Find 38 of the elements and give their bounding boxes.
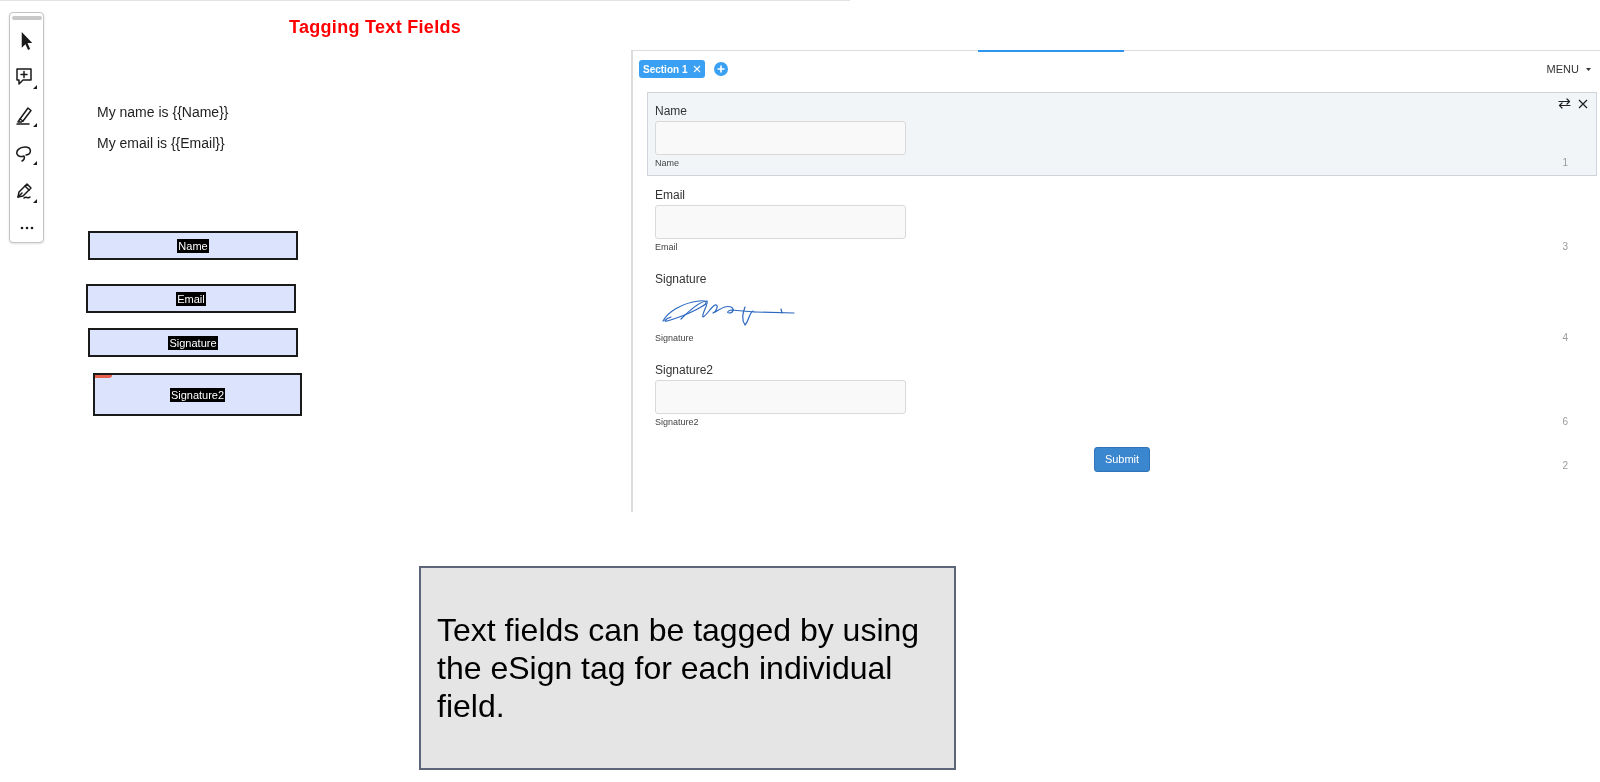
tag-label: Signature2 <box>169 387 226 402</box>
swap-icon[interactable] <box>1558 98 1571 109</box>
caret-icon <box>1586 67 1591 71</box>
lasso-icon[interactable] <box>16 144 37 165</box>
field-number: 1 <box>1562 157 1568 169</box>
field-label: Email <box>655 187 685 204</box>
field-caption: Email <box>655 241 678 253</box>
text-input[interactable] <box>655 380 906 414</box>
slide-title: Tagging Text Fields <box>289 16 462 38</box>
field-number: 3 <box>1562 241 1568 253</box>
field-number: 4 <box>1562 332 1568 344</box>
more-icon[interactable] <box>19 226 34 230</box>
document-text: My email is {{Email}} <box>97 134 225 152</box>
add-icon[interactable] <box>714 62 729 76</box>
text-input[interactable] <box>655 205 906 239</box>
document-text: My name is {{Name}} <box>97 103 229 121</box>
comment-add-icon[interactable] <box>16 68 37 89</box>
tag-label: Signature <box>168 335 218 350</box>
field-caption: Signature <box>655 332 694 344</box>
section-tab[interactable]: Section 1 <box>639 60 706 78</box>
menu-button[interactable]: MENU <box>1546 60 1591 78</box>
field-label: Signature <box>655 271 707 288</box>
field-caption: Signature2 <box>655 416 699 428</box>
tag-label: Name <box>177 238 209 253</box>
drag-handle[interactable] <box>11 16 42 20</box>
field-number: 6 <box>1562 416 1568 428</box>
highlighter-icon[interactable] <box>16 106 37 127</box>
cursor-icon[interactable] <box>19 31 34 51</box>
pen-icon[interactable] <box>16 182 37 203</box>
close-icon[interactable] <box>1578 98 1588 109</box>
callout-text: Text fields can be tagged by using the eSign tag for each individual field. <box>437 611 921 725</box>
field-caption: Name <box>655 157 679 169</box>
field-label: Signature2 <box>655 362 714 379</box>
text-input[interactable] <box>655 121 906 155</box>
tag-label: Email <box>176 291 206 306</box>
submit-button[interactable]: Submit <box>1093 447 1151 472</box>
field-number: 2 <box>1562 460 1568 472</box>
field-label: Name <box>655 103 687 120</box>
